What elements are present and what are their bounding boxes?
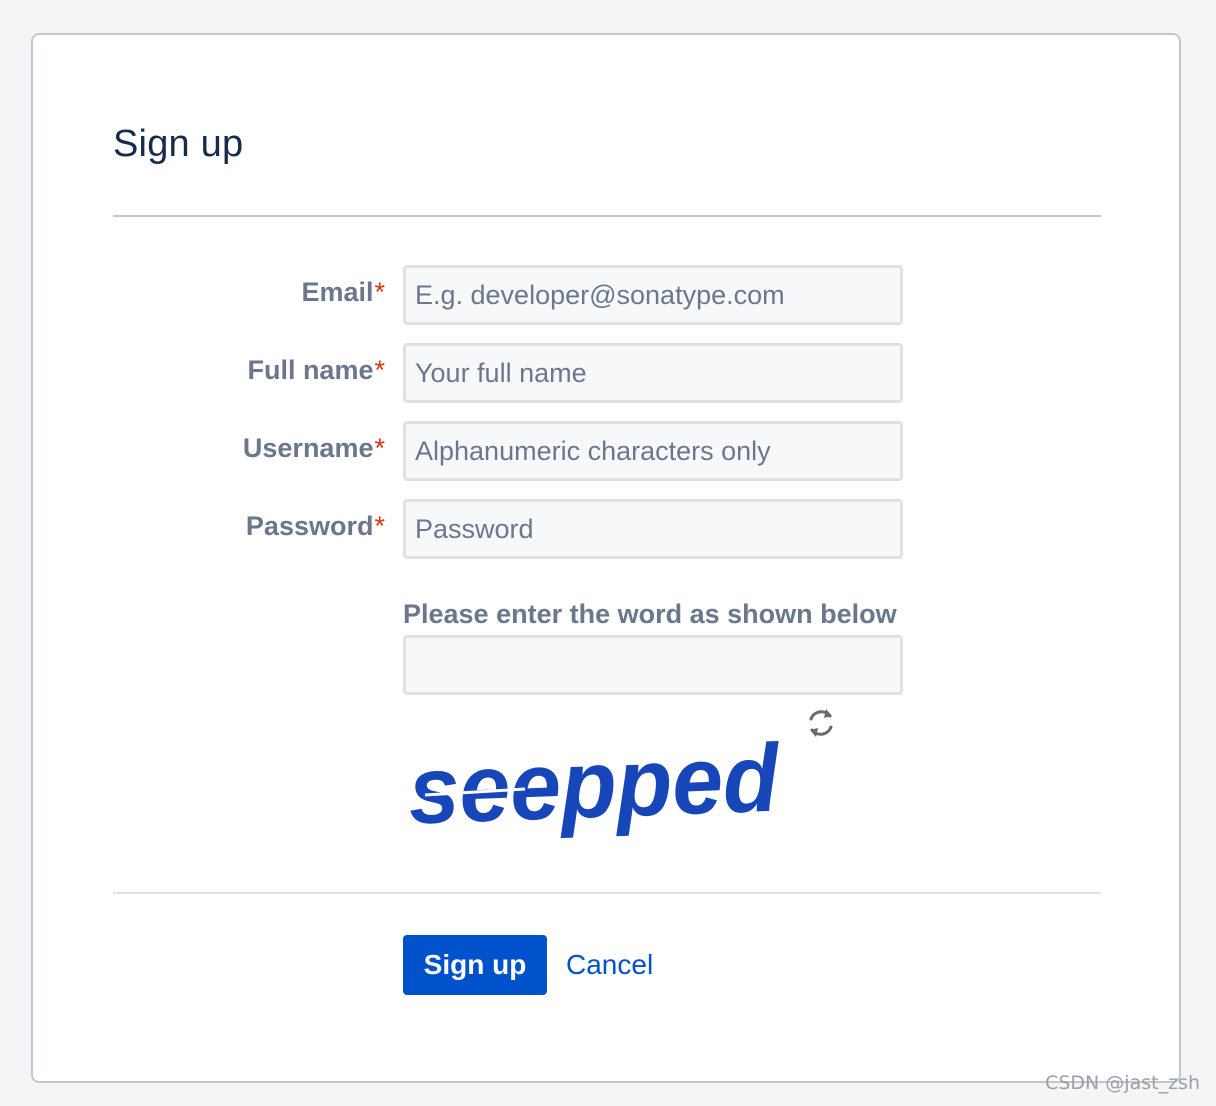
captcha-input[interactable] xyxy=(403,635,903,695)
email-label: Email* xyxy=(301,277,385,307)
username-label: Username* xyxy=(242,433,385,463)
captcha-image: seepped xyxy=(407,737,783,841)
fullname-label: Full name* xyxy=(247,355,385,385)
cancel-link[interactable]: Cancel xyxy=(566,935,653,995)
captcha-label: Please enter the word as shown below xyxy=(403,599,897,629)
required-marker: * xyxy=(374,277,385,307)
email-row: Email* xyxy=(33,265,1183,325)
required-marker: * xyxy=(374,433,385,463)
footer-divider xyxy=(113,892,1101,894)
username-row: Username* xyxy=(33,421,1183,481)
password-field[interactable] xyxy=(403,499,903,559)
required-marker: * xyxy=(374,355,385,385)
username-field[interactable] xyxy=(403,421,903,481)
watermark: CSDN @jast_zsh xyxy=(1045,1072,1200,1094)
page-title: Sign up xyxy=(113,123,244,165)
password-row: Password* xyxy=(33,499,1183,559)
signup-button[interactable]: Sign up xyxy=(403,935,547,995)
signup-card: Sign up Email* Full name* Username* Pass… xyxy=(31,33,1181,1083)
required-marker: * xyxy=(374,511,385,541)
fullname-field[interactable] xyxy=(403,343,903,403)
header-divider xyxy=(113,215,1101,217)
password-label: Password* xyxy=(245,511,385,541)
fullname-row: Full name* xyxy=(33,343,1183,403)
refresh-icon[interactable] xyxy=(803,705,839,741)
email-field[interactable] xyxy=(403,265,903,325)
captcha-word: seepped xyxy=(407,737,783,841)
